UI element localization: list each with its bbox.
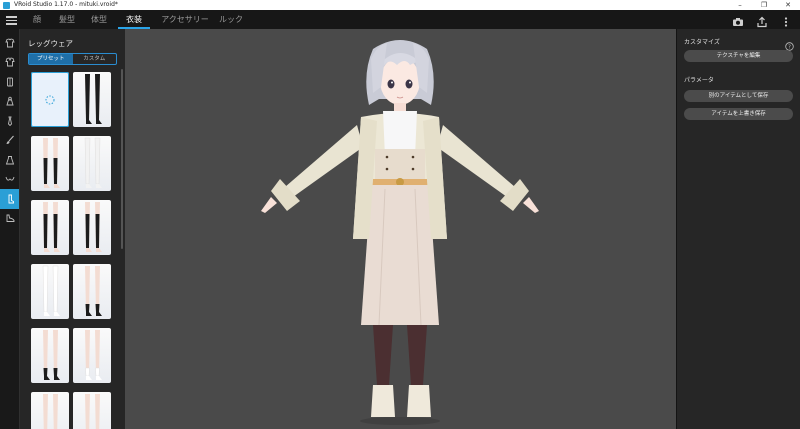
legwear-white-socks-b-thumbnail[interactable] — [73, 392, 111, 429]
category-rail — [0, 29, 19, 429]
legwear-black-short-socks-thumbnail[interactable] — [31, 328, 69, 383]
legwear-white-stockings-thumbnail[interactable] — [31, 264, 69, 319]
outfit-icon[interactable] — [0, 72, 19, 92]
shoe-icon[interactable] — [0, 209, 19, 229]
legwear-white-socks-a-thumbnail[interactable] — [31, 392, 69, 429]
checkmark-icon — [46, 192, 54, 207]
more-options-icon[interactable] — [780, 13, 792, 27]
tab-hairstyle[interactable]: 髪型 — [56, 10, 78, 29]
camera-icon[interactable] — [732, 13, 744, 26]
close-icon[interactable]: ✕ — [776, 0, 800, 10]
legwear-black-thigh-highs-thumbnail[interactable] — [31, 200, 69, 255]
legwear-black-over-knee-thumbnail[interactable] — [73, 200, 111, 255]
share-icon[interactable] — [756, 13, 768, 28]
legwear-none-thumbnail[interactable] — [31, 72, 69, 127]
main-menubar: 顔 髪型 体型 衣装 アクセサリー ルック — [0, 10, 800, 29]
preset-custom-toggle: プリセット カスタム — [28, 53, 117, 65]
window-title: VRoid Studio 1.17.0 - mituki.vroid* — [14, 1, 118, 8]
legwear-icon[interactable] — [0, 189, 19, 209]
tie-icon[interactable] — [0, 111, 19, 131]
legwear-black-knee-socks-thumbnail[interactable] — [31, 136, 69, 191]
3d-viewport[interactable] — [125, 29, 676, 429]
checkmark-icon — [88, 384, 96, 399]
tab-face[interactable]: 顔 — [28, 10, 46, 29]
customize-panel: カスタマイズ ? テクスチャを編集 パラメータ 別のアイテムとして保存 アイテム… — [676, 29, 800, 429]
character-model — [261, 40, 539, 425]
legwear-black-ankle-socks-thumbnail[interactable] — [73, 264, 111, 319]
checkmark-icon — [88, 320, 96, 335]
checkmark-icon — [46, 384, 54, 399]
bra-icon[interactable] — [0, 170, 19, 190]
brush-icon[interactable] — [0, 131, 19, 151]
edit-texture-button[interactable]: テクスチャを編集 — [684, 50, 793, 62]
dress-icon[interactable] — [0, 92, 19, 112]
skirt-icon[interactable] — [0, 150, 19, 170]
maximize-icon[interactable]: ❐ — [752, 0, 776, 10]
custom-tab[interactable]: カスタム — [73, 54, 117, 64]
legwear-panel: レッグウェア プリセット カスタム — [19, 29, 125, 429]
save-as-new-item-button[interactable]: 別のアイテムとして保存 — [684, 90, 793, 102]
legwear-white-short-socks-thumbnail[interactable] — [73, 328, 111, 383]
app-icon — [3, 1, 10, 9]
panel-scrollbar[interactable] — [121, 69, 123, 249]
checkmark-icon — [46, 256, 54, 271]
parameter-header: パラメータ — [684, 77, 714, 84]
customize-header: カスタマイズ — [684, 39, 720, 46]
tab-accessory[interactable]: アクセサリー — [156, 10, 214, 29]
checkmark-icon — [88, 192, 96, 207]
help-icon[interactable]: ? — [785, 36, 794, 51]
legwear-black-tights-thumbnail[interactable] — [73, 72, 111, 127]
tshirt-icon[interactable] — [0, 33, 19, 53]
overwrite-item-button[interactable]: アイテムを上書き保存 — [684, 108, 793, 120]
checkmark-icon — [46, 320, 54, 335]
preset-tab[interactable]: プリセット — [29, 54, 73, 64]
checkmark-icon — [88, 256, 96, 271]
menu-actions — [732, 13, 792, 28]
window-titlebar: VRoid Studio 1.17.0 - mituki.vroid* – ❐ … — [0, 0, 800, 10]
minimize-icon[interactable]: – — [728, 0, 752, 10]
window-controls: – ❐ ✕ — [728, 0, 800, 10]
panel-title: レッグウェア — [28, 39, 73, 48]
checkmark-icon — [88, 128, 96, 143]
tab-outfit[interactable]: 衣装 — [118, 10, 150, 29]
hamburger-menu-icon[interactable] — [6, 14, 17, 25]
tab-look[interactable]: ルック — [218, 10, 244, 29]
tab-body[interactable]: 体型 — [88, 10, 110, 29]
shirt-icon[interactable] — [0, 53, 19, 73]
legwear-white-tights-thumbnail[interactable] — [73, 136, 111, 191]
